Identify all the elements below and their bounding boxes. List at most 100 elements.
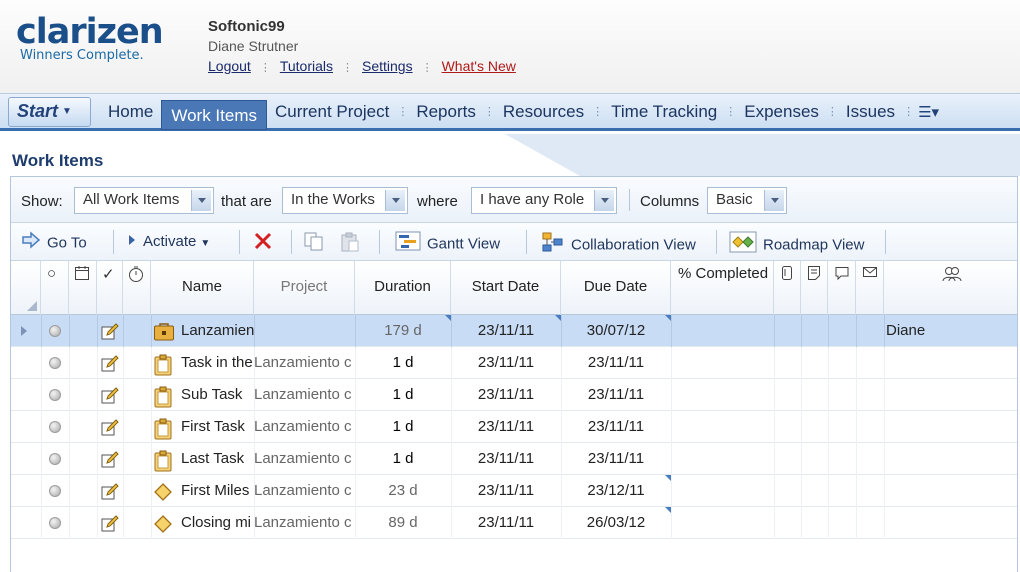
table-row[interactable]: Last Task Lanzamiento c1 d 23/11/11 23/11/1… <box>11 443 1017 475</box>
cell-duration[interactable]: 1 d <box>355 411 451 443</box>
cell-name[interactable]: Lanzamiento <box>181 315 254 347</box>
cell-name[interactable]: Last Task <box>181 443 254 475</box>
header-project[interactable]: Project <box>254 261 355 315</box>
header-duration[interactable]: Duration <box>355 261 451 315</box>
gantt-view-button[interactable]: Gantt View <box>395 231 500 253</box>
cell-due-date[interactable]: 30/07/12 <box>561 315 671 347</box>
delete-button[interactable] <box>253 231 279 253</box>
cell-project[interactable]: Lanzamiento c <box>254 507 355 539</box>
cell-project[interactable]: Lanzamiento c <box>254 379 355 411</box>
table-row[interactable]: Sub Task Lanzamiento c1 d 23/11/11 23/11/11 <box>11 379 1017 411</box>
status-dot-icon[interactable] <box>49 421 61 433</box>
collaboration-view-button[interactable]: Collaboration View <box>541 231 696 253</box>
cell-duration[interactable]: 1 d <box>355 443 451 475</box>
header-name[interactable]: Name <box>151 261 254 315</box>
table-row[interactable]: Closing mi Lanzamiento c 89 d 23/11/11 26/03… <box>11 507 1017 539</box>
cell-name[interactable]: Sub Task <box>181 379 254 411</box>
tab-issues[interactable]: Issues <box>838 98 903 126</box>
whats-new-link[interactable]: What's New <box>442 58 516 78</box>
header-status[interactable]: ○ <box>41 261 69 315</box>
cell-duration[interactable]: 179 d <box>355 315 451 347</box>
cell-owner[interactable] <box>886 347 1006 379</box>
cell-owner[interactable] <box>886 411 1006 443</box>
status-dot-icon[interactable] <box>49 325 61 337</box>
more-tabs-menu-icon[interactable]: ☰▾ <box>914 103 943 121</box>
cell-owner[interactable] <box>886 507 1006 539</box>
cell-due-date[interactable]: 23/12/11 <box>561 475 671 507</box>
status-dot-icon[interactable] <box>49 389 61 401</box>
activate-button[interactable]: Activate ▼ <box>127 231 210 253</box>
status-dot-icon[interactable] <box>49 453 61 465</box>
logout-link[interactable]: Logout <box>208 58 251 78</box>
tutorials-link[interactable]: Tutorials <box>280 58 333 78</box>
cell-start-date[interactable]: 23/11/11 <box>451 411 561 443</box>
cell-due-date[interactable]: 23/11/11 <box>561 379 671 411</box>
cell-start-date[interactable]: 23/11/11 <box>451 347 561 379</box>
edit-pencil-icon[interactable] <box>100 450 120 474</box>
cell-start-date[interactable]: 23/11/11 <box>451 315 561 347</box>
status-dot-icon[interactable] <box>49 357 61 369</box>
tab-resources[interactable]: Resources <box>495 98 592 126</box>
edit-pencil-icon[interactable] <box>100 418 120 442</box>
start-menu-button[interactable]: Start ▼ <box>8 97 91 127</box>
header-calendar[interactable] <box>69 261 97 315</box>
goto-button[interactable]: Go To <box>21 231 87 253</box>
cell-start-date[interactable]: 23/11/11 <box>451 507 561 539</box>
edit-pencil-icon[interactable] <box>100 482 120 506</box>
tab-current-project[interactable]: Current Project <box>267 98 397 126</box>
tab-home[interactable]: Home <box>100 98 161 126</box>
table-row[interactable]: First Task Lanzamiento c1 d 23/11/11 23/11/… <box>11 411 1017 443</box>
cell-due-date[interactable]: 23/11/11 <box>561 347 671 379</box>
tab-time-tracking[interactable]: Time Tracking <box>603 98 725 126</box>
cell-project[interactable] <box>254 315 355 347</box>
cell-due-date[interactable]: 23/11/11 <box>561 443 671 475</box>
header-discussions[interactable] <box>828 261 856 315</box>
table-row[interactable]: First Miles Lanzamiento c 23 d 23/11/11 23/1… <box>11 475 1017 507</box>
cell-name[interactable]: Task in the <box>181 347 254 379</box>
cell-duration[interactable]: 89 d <box>355 507 451 539</box>
header-due-date[interactable]: Due Date <box>561 261 671 315</box>
cell-project[interactable]: Lanzamiento c <box>254 347 355 379</box>
status-dot-icon[interactable] <box>49 485 61 497</box>
edit-pencil-icon[interactable] <box>100 514 120 538</box>
table-row[interactable]: Task in the Lanzamiento c1 d 23/11/11 23/11… <box>11 347 1017 379</box>
paste-button[interactable] <box>339 231 367 253</box>
header-timer[interactable] <box>123 261 151 315</box>
show-select[interactable]: All Work Items <box>74 187 214 214</box>
cell-start-date[interactable]: 23/11/11 <box>451 443 561 475</box>
cell-duration[interactable]: 1 d <box>355 379 451 411</box>
header-resources[interactable] <box>884 261 1017 315</box>
cell-owner[interactable] <box>886 379 1006 411</box>
cell-owner[interactable]: Diane <box>886 315 1006 347</box>
cell-name[interactable]: Closing mi <box>181 507 254 539</box>
table-row[interactable]: Lanzamiento 179 d23/11/1130/07/12 Diane <box>11 315 1017 347</box>
cell-owner[interactable] <box>886 475 1006 507</box>
header-notes[interactable] <box>801 261 828 315</box>
tab-reports[interactable]: Reports <box>408 98 484 126</box>
cell-start-date[interactable]: 23/11/11 <box>451 475 561 507</box>
cell-project[interactable]: Lanzamiento c <box>254 411 355 443</box>
tab-work-items[interactable]: Work Items <box>161 99 267 130</box>
header-check[interactable]: ✓ <box>97 261 123 315</box>
cell-due-date[interactable]: 26/03/12 <box>561 507 671 539</box>
header-completed[interactable]: % Completed <box>671 261 774 315</box>
header-start-date[interactable]: Start Date <box>451 261 561 315</box>
edit-pencil-icon[interactable] <box>100 386 120 410</box>
cell-owner[interactable] <box>886 443 1006 475</box>
roadmap-view-button[interactable]: Roadmap View <box>729 231 864 253</box>
copy-button[interactable] <box>303 231 331 253</box>
edit-pencil-icon[interactable] <box>100 354 120 378</box>
status-select[interactable]: In the Works <box>282 187 408 214</box>
cell-name[interactable]: First Task <box>181 411 254 443</box>
cell-duration[interactable]: 23 d <box>355 475 451 507</box>
header-attachments[interactable] <box>774 261 801 315</box>
cell-start-date[interactable]: 23/11/11 <box>451 379 561 411</box>
role-select[interactable]: I have any Role <box>471 187 617 214</box>
edit-pencil-icon[interactable] <box>100 322 120 346</box>
cell-due-date[interactable]: 23/11/11 <box>561 411 671 443</box>
header-email[interactable] <box>856 261 884 315</box>
status-dot-icon[interactable] <box>49 517 61 529</box>
columns-select[interactable]: Basic <box>707 187 787 214</box>
header-row-selector[interactable] <box>11 261 41 315</box>
cell-duration[interactable]: 1 d <box>355 347 451 379</box>
